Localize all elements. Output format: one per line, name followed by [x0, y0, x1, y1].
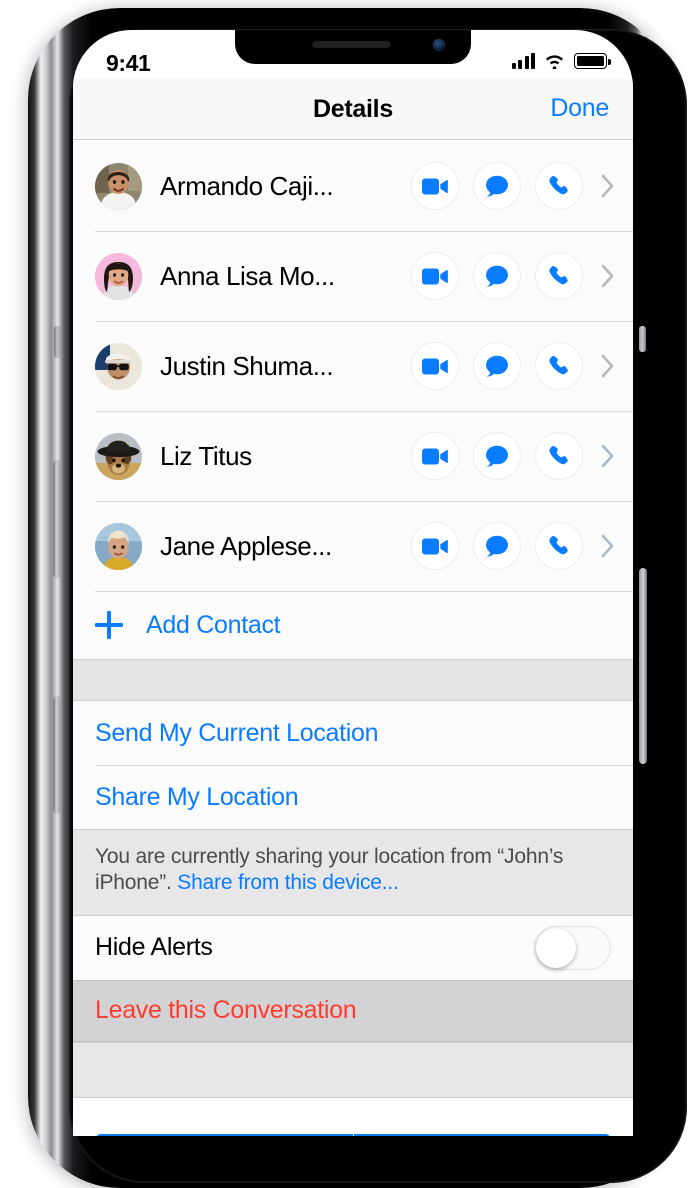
earpiece-speaker-icon — [312, 41, 391, 48]
contact-row[interactable]: Armando Caji... — [73, 141, 633, 231]
phone-call-button[interactable] — [535, 342, 583, 390]
side-antenna-band — [639, 326, 646, 352]
chevron-right-icon — [593, 264, 615, 288]
message-bubble-icon — [486, 445, 508, 467]
message-bubble-icon — [486, 175, 508, 197]
facetime-video-button[interactable] — [411, 252, 459, 300]
contact-name: Jane Applese... — [160, 530, 332, 561]
plus-icon — [95, 611, 123, 639]
phone-handset-icon — [549, 265, 568, 285]
contact-row[interactable]: Liz Titus — [73, 411, 633, 501]
message-button[interactable] — [473, 252, 521, 300]
cellular-signal-icon — [511, 52, 535, 69]
facetime-video-icon — [422, 178, 448, 194]
facetime-video-button[interactable] — [411, 162, 459, 210]
share-from-this-device-link[interactable]: Share from this device... — [177, 871, 399, 894]
facetime-video-icon — [422, 538, 448, 554]
contact-row[interactable]: Anna Lisa Mo... — [73, 231, 633, 321]
contact-name: Liz Titus — [160, 440, 252, 471]
message-button[interactable] — [473, 162, 521, 210]
location-group: Send My Current Location Share My Locati… — [73, 701, 633, 829]
phone-call-button[interactable] — [535, 162, 583, 210]
phone-call-button[interactable] — [535, 432, 583, 480]
phone-handset-icon — [549, 535, 568, 555]
facetime-video-button[interactable] — [411, 522, 459, 570]
avatar-anna-lisa — [95, 252, 142, 300]
message-bubble-icon — [486, 265, 508, 287]
chevron-right-icon — [593, 444, 615, 468]
contact-actions — [411, 252, 583, 300]
power-button[interactable] — [639, 568, 647, 764]
done-button[interactable]: Done — [550, 94, 609, 123]
status-icons — [511, 52, 611, 69]
hide-alerts-label: Hide Alerts — [95, 933, 213, 962]
chevron-right-icon — [593, 354, 615, 378]
contact-actions — [411, 432, 583, 480]
avatar-justin — [95, 342, 142, 390]
hide-alerts-toggle[interactable] — [534, 925, 611, 970]
page-title: Details — [313, 95, 393, 123]
contact-name: Anna Lisa Mo... — [160, 260, 335, 291]
facetime-video-icon — [422, 268, 448, 284]
facetime-video-icon — [422, 448, 448, 464]
wifi-icon — [546, 55, 563, 69]
phone-handset-icon — [549, 445, 568, 465]
message-button[interactable] — [473, 432, 521, 480]
battery-full-icon — [574, 53, 611, 69]
phone-screen: 9:41 Details Done Armando Caji... Anna L… — [73, 30, 633, 1136]
contact-name: Justin Shuma... — [160, 350, 334, 381]
facetime-video-icon — [422, 358, 448, 374]
contact-actions — [411, 522, 583, 570]
contact-actions — [411, 342, 583, 390]
mute-switch[interactable] — [54, 326, 61, 358]
facetime-video-button[interactable] — [411, 342, 459, 390]
avatar-liz — [95, 432, 142, 480]
leave-conversation-row[interactable]: Leave this Conversation — [73, 979, 633, 1042]
toggle-knob — [536, 927, 576, 968]
add-contact-label: Add Contact — [146, 610, 281, 639]
contact-actions — [411, 162, 583, 210]
contacts-group: Armando Caji... Anna Lisa Mo... Justin S… — [73, 141, 633, 659]
facetime-video-button[interactable] — [411, 432, 459, 480]
volume-down-button[interactable] — [53, 696, 61, 814]
hide-alerts-row[interactable]: Hide Alerts — [73, 915, 633, 980]
send-current-location-row[interactable]: Send My Current Location — [73, 701, 633, 765]
phone-call-button[interactable] — [535, 522, 583, 570]
volume-up-button[interactable] — [53, 460, 61, 578]
details-content: Armando Caji... Anna Lisa Mo... Justin S… — [73, 141, 633, 1136]
avatar-jane — [95, 522, 142, 570]
message-bubble-icon — [486, 535, 508, 557]
section-gap — [73, 659, 633, 701]
chevron-right-icon — [593, 174, 615, 198]
leave-conversation-label: Leave this Conversation — [95, 996, 357, 1025]
message-button[interactable] — [473, 342, 521, 390]
chevron-right-icon — [593, 534, 615, 558]
contact-name: Armando Caji... — [160, 170, 334, 201]
location-sharing-footer: You are currently sharing your location … — [73, 829, 633, 916]
share-my-location-label: Share My Location — [95, 782, 299, 811]
send-current-location-label: Send My Current Location — [95, 718, 379, 747]
contact-row[interactable]: Jane Applese... — [73, 501, 633, 591]
status-time: 9:41 — [106, 50, 151, 76]
share-my-location-row[interactable]: Share My Location — [73, 765, 633, 829]
add-contact-button[interactable]: Add Contact — [73, 591, 633, 659]
message-bubble-icon — [486, 355, 508, 377]
message-button[interactable] — [473, 522, 521, 570]
phone-call-button[interactable] — [535, 252, 583, 300]
section-gap-bottom — [73, 1041, 633, 1098]
bottom-bar-area — [73, 1097, 633, 1136]
notch — [235, 30, 471, 64]
battery-fill — [576, 55, 605, 67]
contact-row[interactable]: Justin Shuma... — [73, 321, 633, 411]
front-camera-icon — [433, 39, 445, 51]
phone-handset-icon — [549, 175, 568, 195]
avatar-armando — [95, 162, 142, 210]
navigation-bar: Details Done — [73, 78, 633, 140]
phone-handset-icon — [549, 355, 568, 375]
